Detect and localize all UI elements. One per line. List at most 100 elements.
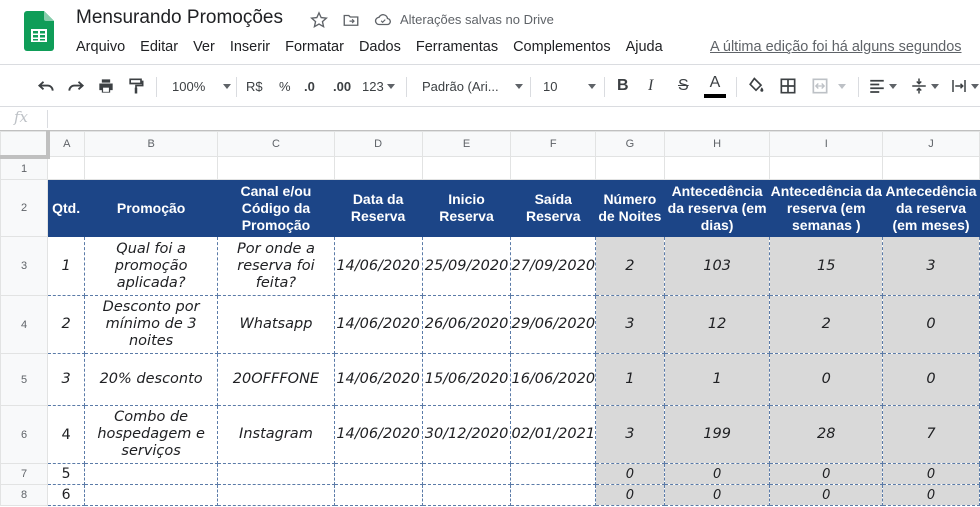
cell-ant-semanas[interactable]: 0 (769, 353, 884, 406)
cell-inicio-reserva[interactable] (421, 463, 512, 485)
column-header-e[interactable]: E (421, 131, 512, 157)
cell-noites[interactable]: 1 (595, 353, 665, 406)
cell-canal[interactable]: 20OFFFONE (217, 353, 335, 406)
cell[interactable] (217, 156, 335, 180)
menu-complementos[interactable]: Complementos (513, 39, 611, 55)
row-header-2[interactable]: 2 (0, 179, 49, 237)
column-header-j[interactable]: J (882, 131, 980, 157)
cell-ant-semanas[interactable]: 28 (769, 405, 884, 464)
column-header-h[interactable]: H (663, 131, 771, 157)
cell-canal[interactable] (217, 463, 335, 485)
cell-ant-meses[interactable]: 3 (882, 236, 980, 296)
cell-qtd[interactable]: 4 (47, 405, 86, 464)
cell-ant-meses[interactable]: 0 (882, 295, 980, 354)
cell-data-reserva[interactable]: 14/06/2020 (333, 405, 423, 464)
cloud-saved-icon[interactable] (373, 10, 393, 30)
more-formats-select[interactable]: 123 (362, 65, 395, 107)
cell-ant-semanas[interactable]: 0 (769, 484, 884, 506)
cell[interactable] (333, 156, 423, 180)
column-header-i[interactable]: I (769, 131, 884, 157)
header-canal[interactable]: Canal e/ou Código da Promoção (217, 179, 335, 237)
cell-ant-meses[interactable]: 0 (882, 484, 980, 506)
menu-dados[interactable]: Dados (359, 39, 401, 55)
header-antecedencia-dias[interactable]: Antecedência da reserva (em dias) (663, 179, 771, 237)
sheets-logo-icon[interactable] (24, 11, 54, 51)
cell-inicio-reserva[interactable]: 26/06/2020 (421, 295, 512, 354)
cell-saida-reserva[interactable] (510, 484, 597, 506)
row-header-8[interactable]: 8 (0, 484, 49, 506)
zoom-select[interactable]: 100% (172, 65, 232, 107)
header-antecedencia-semanas[interactable]: Antecedência da reserva (em semanas ) (769, 179, 884, 237)
horizontal-align-icon[interactable] (868, 65, 897, 107)
move-folder-icon[interactable] (341, 10, 361, 30)
cell[interactable] (769, 156, 884, 180)
cell-promocao[interactable]: Desconto por mínimo de 3 noites (84, 295, 219, 354)
header-saida-reserva[interactable]: Saída Reserva (510, 179, 597, 237)
cell-inicio-reserva[interactable]: 15/06/2020 (421, 353, 512, 406)
cell[interactable] (421, 156, 512, 180)
bold-button[interactable]: B (617, 65, 629, 107)
cell-saida-reserva[interactable]: 16/06/2020 (510, 353, 597, 406)
cell-ant-dias[interactable]: 103 (663, 236, 771, 296)
cell-ant-dias[interactable]: 0 (663, 484, 771, 506)
font-family-select[interactable]: Padrão (Ari... (422, 65, 523, 107)
cell[interactable] (84, 156, 219, 180)
row-header-6[interactable]: 6 (0, 405, 49, 464)
header-qtd[interactable]: Qtd. (47, 179, 86, 237)
select-all-corner[interactable] (0, 131, 50, 159)
cell-ant-dias[interactable]: 199 (663, 405, 771, 464)
cell-saida-reserva[interactable]: 02/01/2021 (510, 405, 597, 464)
header-numero-noites[interactable]: Número de Noites (595, 179, 665, 237)
header-data-reserva[interactable]: Data da Reserva (333, 179, 423, 237)
percent-button[interactable]: % (279, 65, 291, 107)
header-inicio-reserva[interactable]: Inicio Reserva (421, 179, 512, 237)
cell-ant-semanas[interactable]: 15 (769, 236, 884, 296)
row-header-3[interactable]: 3 (0, 236, 49, 296)
cell-canal[interactable]: Whatsapp (217, 295, 335, 354)
cell-ant-meses[interactable]: 7 (882, 405, 980, 464)
cell-noites[interactable]: 2 (595, 236, 665, 296)
currency-button[interactable]: R$ (246, 65, 263, 107)
borders-icon[interactable] (778, 65, 798, 107)
cell-saida-reserva[interactable]: 29/06/2020 (510, 295, 597, 354)
print-icon[interactable] (96, 65, 116, 107)
star-icon[interactable] (309, 10, 329, 30)
cell[interactable] (595, 156, 665, 180)
cell[interactable] (882, 156, 980, 180)
cell-saida-reserva[interactable] (510, 463, 597, 485)
cell-ant-meses[interactable]: 0 (882, 463, 980, 485)
cell-promocao[interactable]: Qual foi a promoção aplicada? (84, 236, 219, 296)
italic-button[interactable]: I (648, 65, 653, 107)
cell-canal[interactable]: Por onde a reserva foi feita? (217, 236, 335, 296)
cell-saida-reserva[interactable]: 27/09/2020 (510, 236, 597, 296)
cell-qtd[interactable]: 6 (47, 484, 86, 506)
paint-format-icon[interactable] (126, 65, 146, 107)
cell-qtd[interactable]: 5 (47, 463, 86, 485)
strikethrough-button[interactable]: S (678, 65, 689, 107)
increase-decimals-button[interactable]: .00 (333, 65, 351, 107)
row-header-7[interactable]: 7 (0, 463, 49, 485)
cell-ant-dias[interactable]: 12 (663, 295, 771, 354)
text-color-button[interactable]: A (704, 65, 726, 107)
column-header-c[interactable]: C (217, 131, 335, 157)
document-title[interactable]: Mensurando Promoções (76, 7, 283, 29)
text-wrapping-icon[interactable] (950, 65, 979, 107)
redo-icon[interactable] (66, 65, 86, 107)
menu-ver[interactable]: Ver (193, 39, 215, 55)
cell-ant-dias[interactable]: 0 (663, 463, 771, 485)
cell-canal[interactable]: Instagram (217, 405, 335, 464)
cell-promocao[interactable] (84, 463, 219, 485)
vertical-align-icon[interactable] (910, 65, 939, 107)
menu-formatar[interactable]: Formatar (285, 39, 344, 55)
cell-ant-semanas[interactable]: 0 (769, 463, 884, 485)
cell-noites[interactable]: 3 (595, 405, 665, 464)
merge-cells-icon[interactable] (810, 65, 846, 107)
column-header-b[interactable]: B (84, 131, 219, 157)
cell-noites[interactable]: 0 (595, 484, 665, 506)
cell-qtd[interactable]: 2 (47, 295, 86, 354)
cell-promocao[interactable]: 20% desconto (84, 353, 219, 406)
cell-noites[interactable]: 0 (595, 463, 665, 485)
cell-data-reserva[interactable]: 14/06/2020 (333, 295, 423, 354)
last-edit-link[interactable]: A última edição foi há alguns segundos (710, 39, 962, 55)
cell[interactable] (663, 156, 771, 180)
